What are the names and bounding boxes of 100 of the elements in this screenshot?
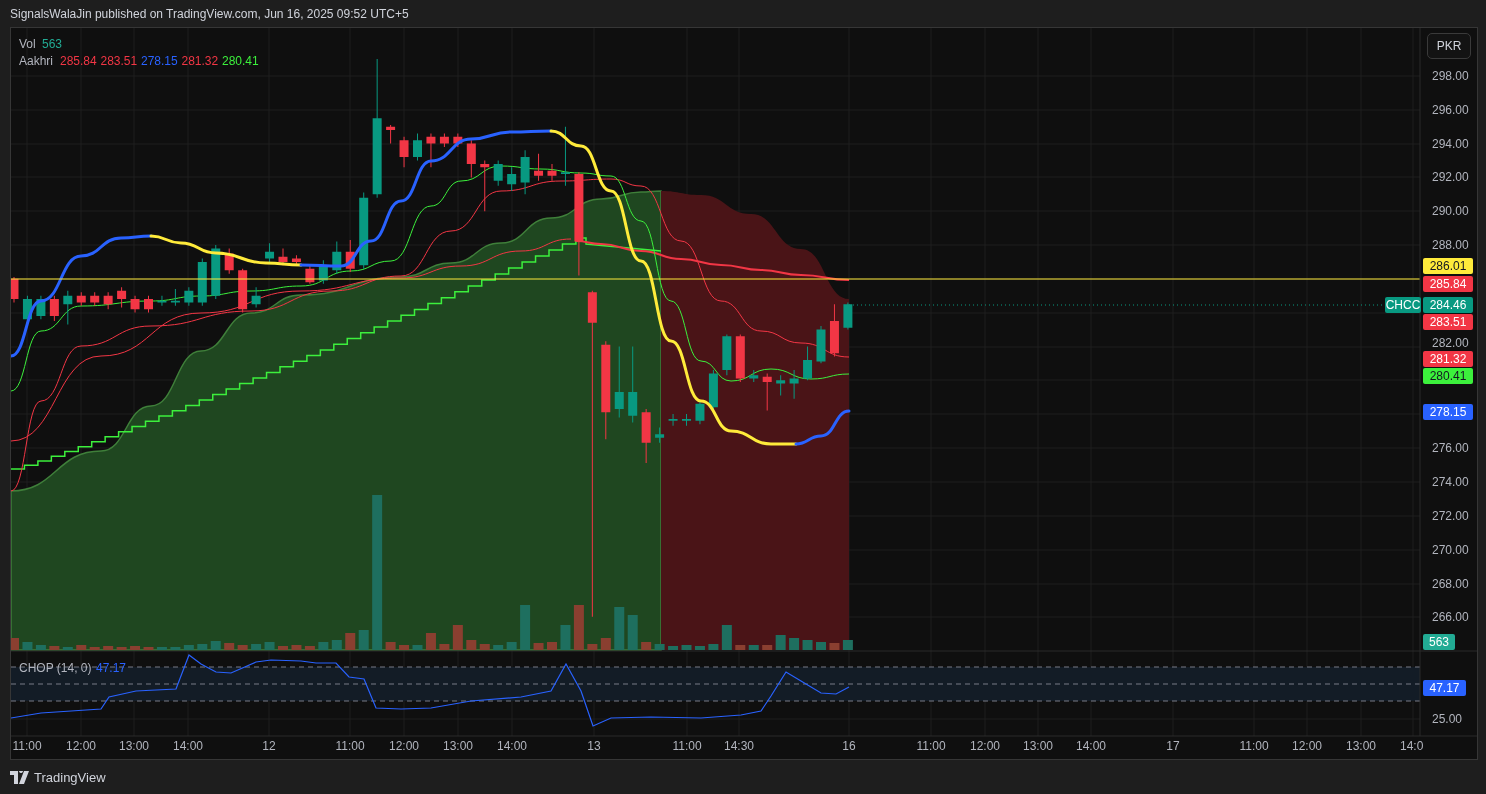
legend-label: Aakhri xyxy=(19,53,53,70)
volume-bar xyxy=(49,646,60,650)
candlestick xyxy=(76,292,86,306)
candlestick xyxy=(197,258,207,306)
currency-button[interactable]: PKR xyxy=(1427,33,1471,59)
volume-marker: 563 xyxy=(1423,634,1455,650)
candlestick xyxy=(130,295,140,313)
time-label: 13 xyxy=(587,739,601,753)
symbol-label: CHCC xyxy=(1385,297,1421,313)
candlestick xyxy=(789,370,799,399)
volume-bar xyxy=(829,643,840,650)
candlestick xyxy=(49,295,59,322)
legend-value: 278.15 xyxy=(141,53,178,70)
legend-value: 283.51 xyxy=(100,53,138,70)
time-label: 11:00 xyxy=(12,739,42,753)
candlestick xyxy=(144,295,153,313)
volume-bar xyxy=(439,644,450,650)
candlestick xyxy=(291,255,301,266)
volume-bar xyxy=(62,647,73,650)
publish-title: SignalsWalaJin published on TradingView.com, Jun 16, 2025 09:52 UTC+5 xyxy=(10,5,409,23)
candlestick xyxy=(453,133,463,147)
volume-bar xyxy=(130,646,141,650)
volume-bar xyxy=(103,646,114,650)
time-label: 17 xyxy=(1166,739,1180,753)
time-label: 12:00 xyxy=(66,739,96,753)
time-label: 14:00 xyxy=(497,739,527,753)
candlestick xyxy=(829,304,839,357)
time-label: 12 xyxy=(262,739,276,753)
volume-bar xyxy=(641,642,652,650)
candlestick xyxy=(332,241,342,274)
volume-bar xyxy=(345,633,356,650)
volume-bar xyxy=(681,645,692,650)
time-label: 14:0 xyxy=(1400,739,1424,753)
candlestick xyxy=(816,326,826,364)
volume-bar xyxy=(506,642,517,650)
volume-bar xyxy=(143,647,154,650)
time-label: 12:00 xyxy=(389,739,419,753)
candlestick xyxy=(722,334,732,376)
volume-bar xyxy=(816,642,826,650)
candlestick xyxy=(641,408,651,463)
volume-bar xyxy=(278,646,288,650)
logo-icon xyxy=(10,771,30,785)
price-marker: 278.15 xyxy=(1423,404,1473,420)
candlestick xyxy=(735,334,745,382)
candlestick xyxy=(103,292,113,310)
candlestick xyxy=(157,295,167,306)
candlestick xyxy=(655,427,665,443)
volume-bar xyxy=(533,643,544,650)
time-label: 11:00 xyxy=(1239,739,1269,753)
candlestick xyxy=(762,373,772,411)
time-label: 14:30 xyxy=(724,739,754,753)
volume-bar xyxy=(493,645,504,650)
candlestick xyxy=(318,260,328,284)
price-tick: 288.00 xyxy=(1432,238,1469,252)
price-tick: 276.00 xyxy=(1432,441,1469,455)
candlestick xyxy=(251,287,261,308)
volume-bar xyxy=(304,646,315,650)
time-label: 14:00 xyxy=(173,739,203,753)
candlestick xyxy=(439,133,449,147)
volume-bar xyxy=(547,642,557,650)
candlestick xyxy=(345,239,355,273)
candlestick xyxy=(90,292,100,306)
legend-value: 285.84 xyxy=(60,53,97,70)
candlestick xyxy=(803,346,813,381)
price-tick: 274.00 xyxy=(1432,475,1469,489)
volume-bar xyxy=(412,645,423,650)
candlestick xyxy=(265,243,275,262)
volume-bar xyxy=(600,638,611,650)
candlestick xyxy=(466,140,476,178)
candlestick xyxy=(668,414,678,426)
volume-bar xyxy=(22,642,33,650)
volume-bar xyxy=(654,644,665,650)
volume-bar xyxy=(210,641,221,650)
indicator-tick: 25.00 xyxy=(1432,712,1463,726)
price-tick: 270.00 xyxy=(1432,543,1469,557)
candlestick xyxy=(843,302,853,330)
volume-bar xyxy=(452,625,463,650)
volume-bar xyxy=(251,644,262,650)
time-label: 12:00 xyxy=(1292,739,1322,753)
volume-bar xyxy=(197,644,208,650)
volume-bar xyxy=(291,645,302,650)
volume-bar xyxy=(89,647,100,650)
candlestick xyxy=(184,287,194,306)
volume-bar xyxy=(520,605,531,650)
candlestick xyxy=(480,160,490,212)
time-label: 13:00 xyxy=(119,739,149,753)
time-label: 14:00 xyxy=(1076,739,1106,753)
volume-bar xyxy=(789,638,800,650)
volume-bar xyxy=(573,605,584,650)
candlestick xyxy=(493,160,503,186)
price-marker: 280.41 xyxy=(1423,368,1473,384)
time-label: 13:00 xyxy=(1346,739,1376,753)
time-label: 11:00 xyxy=(335,739,365,753)
volume-bar xyxy=(183,645,194,650)
indicator-value: 47.17 xyxy=(96,660,127,677)
price-tick: 272.00 xyxy=(1432,509,1469,523)
brand-name: TradingView xyxy=(34,769,106,787)
price-tick: 282.00 xyxy=(1432,336,1469,350)
candlestick xyxy=(520,150,530,195)
price-marker: 285.84 xyxy=(1423,276,1473,292)
